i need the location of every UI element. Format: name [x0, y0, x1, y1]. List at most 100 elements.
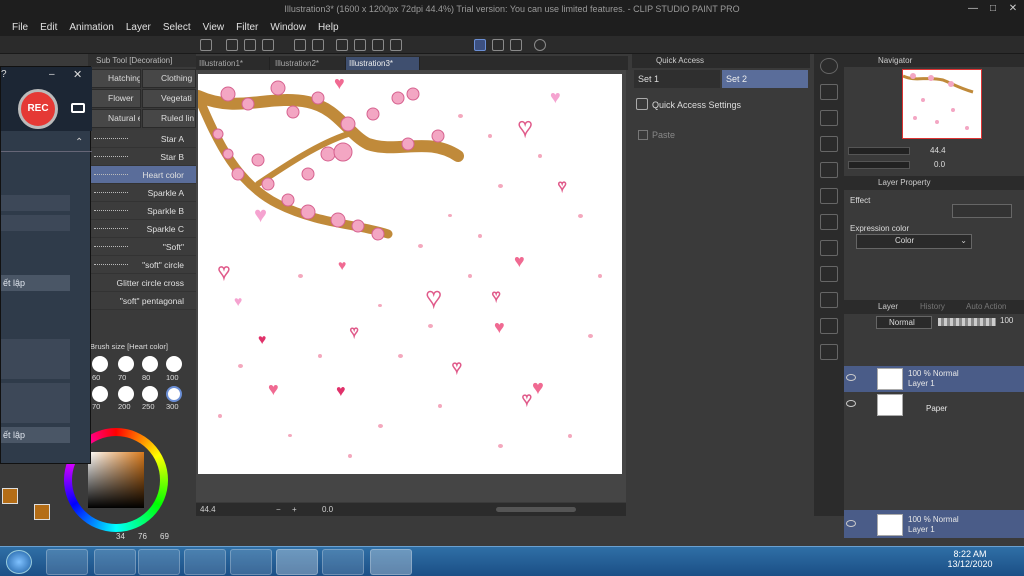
quick-access-settings[interactable]: Quick Access Settings [652, 100, 741, 110]
subtool-group-flower[interactable]: Flower [89, 89, 141, 108]
drawing-canvas[interactable]: ♥ ♥ ♥ ♥ ♥ ♥ ♥ ♥ ♥ ♥ ♥ ♥ ♥ ♥ ♥ ♥ ♥ ♥ ♥ [198, 74, 622, 474]
system-clock[interactable]: 8:22 AM 13/12/2020 [940, 549, 1000, 569]
tab-illustration1[interactable]: Illustration1* [196, 57, 270, 70]
brush-size-200[interactable] [118, 386, 134, 402]
snap-ruler-icon[interactable] [474, 39, 486, 51]
navigator-zoom[interactable]: 44.4 [930, 146, 946, 155]
canvas-zoom-value[interactable]: 44.4 [200, 503, 216, 516]
menu-view[interactable]: View [203, 22, 225, 33]
app-icon[interactable] [200, 39, 212, 51]
brush-soft[interactable]: "Soft" [88, 238, 196, 256]
opacity-slider[interactable] [938, 318, 996, 326]
tab-history[interactable]: History [920, 300, 945, 314]
chrome-icon[interactable] [184, 549, 226, 575]
brush-size-100[interactable] [166, 356, 182, 372]
layer-item-paper[interactable]: Paper [844, 392, 1024, 418]
new-file-icon[interactable] [226, 39, 238, 51]
panel-icon[interactable] [820, 136, 838, 152]
panel-icon[interactable] [820, 318, 838, 334]
fill-icon[interactable] [354, 39, 366, 51]
panel-icon[interactable] [820, 188, 838, 204]
main-color-chip[interactable] [2, 488, 18, 504]
zoom-in-icon[interactable]: + [292, 503, 297, 516]
menu-animation[interactable]: Animation [69, 22, 113, 33]
canvas-angle-value[interactable]: 0.0 [322, 503, 333, 516]
menu-help[interactable]: Help [318, 22, 339, 33]
open-file-icon[interactable] [244, 39, 256, 51]
quick-access-set-1[interactable]: Set 1 [634, 70, 720, 88]
panel-icon[interactable] [820, 240, 838, 256]
recorder-settings-row-1[interactable]: ết lập [1, 275, 70, 291]
recorder-option-field[interactable] [1, 195, 70, 211]
eye-icon[interactable] [846, 374, 856, 381]
collapse-chevron-icon[interactable]: ⌃ [75, 137, 83, 148]
panel-icon[interactable] [820, 266, 838, 282]
snap-special-ruler-icon[interactable] [492, 39, 504, 51]
menu-file[interactable]: File [12, 22, 28, 33]
navigator-thumbnail[interactable] [902, 69, 982, 139]
brush-size-250[interactable] [142, 386, 158, 402]
clip-studio-icon[interactable] [230, 549, 272, 575]
screen-recorder-icon[interactable] [370, 549, 412, 575]
undo-icon[interactable] [294, 39, 306, 51]
recorder-help[interactable]: ? [1, 69, 7, 80]
brush-star-b[interactable]: Star B [88, 148, 196, 166]
brush-size-80[interactable] [142, 356, 158, 372]
file-explorer-icon[interactable] [138, 549, 180, 575]
menu-select[interactable]: Select [163, 22, 191, 33]
snap-grid-icon[interactable] [510, 39, 522, 51]
tab-illustration3[interactable]: Illustration3* [346, 57, 420, 70]
expression-color-select[interactable]: Color ⌄ [856, 234, 972, 249]
tab-auto-action[interactable]: Auto Action [966, 300, 1006, 314]
brush-size-70[interactable] [118, 356, 134, 372]
clear-icon[interactable] [336, 39, 348, 51]
tab-illustration2[interactable]: Illustration2* [272, 57, 346, 70]
close-icon[interactable]: ✕ [1006, 3, 1020, 15]
menu-edit[interactable]: Edit [40, 22, 57, 33]
help-icon[interactable] [534, 39, 546, 51]
subtool-group-hatching[interactable]: Hatching [89, 69, 141, 88]
recorder-close-icon[interactable]: ✕ [73, 68, 82, 81]
menu-layer[interactable]: Layer [126, 22, 151, 33]
layer-mask-icon[interactable] [820, 84, 838, 100]
quick-access-set-2[interactable]: Set 2 [722, 70, 808, 88]
recorder-minimize-icon[interactable]: – [49, 69, 55, 80]
system-tray-icons[interactable] [780, 555, 880, 569]
brush-soft-pentagonal[interactable]: "soft" pentagonal [88, 292, 196, 310]
panel-icon[interactable] [820, 292, 838, 308]
rec-button[interactable]: REC [18, 89, 58, 129]
brush-heart-color[interactable]: Heart color [88, 166, 196, 184]
panel-icon[interactable] [820, 110, 838, 126]
transform-icon[interactable] [390, 39, 402, 51]
search-icon[interactable] [820, 58, 838, 74]
effect-buttons[interactable] [952, 204, 1012, 218]
eye-icon[interactable] [846, 520, 856, 527]
rotate-slider[interactable] [848, 161, 910, 169]
minimize-icon[interactable]: — [966, 3, 980, 15]
internet-explorer-icon[interactable] [94, 549, 136, 575]
subtool-group-ruled-line[interactable]: Ruled lin [142, 109, 196, 128]
fill-selection-icon[interactable] [372, 39, 384, 51]
camera-icon[interactable] [71, 103, 85, 113]
brush-size-300[interactable] [166, 386, 182, 402]
maximize-icon[interactable]: □ [986, 3, 1000, 15]
menu-window[interactable]: Window [270, 22, 306, 33]
recorder-option-field[interactable] [1, 215, 70, 231]
subtool-group-vegetation[interactable]: Vegetati [142, 89, 196, 108]
brush-soft-circle[interactable]: "soft" circle [88, 256, 196, 274]
brush-sparkle-a[interactable]: Sparkle A [88, 184, 196, 202]
clip-studio-paint-icon[interactable] [276, 549, 318, 575]
blend-mode-select[interactable]: Normal [876, 316, 932, 329]
layer-item-bottom[interactable]: 100 % Normal Layer 1 [844, 512, 1024, 538]
brush-glitter-circle-cross[interactable]: Glitter circle cross [88, 274, 196, 292]
brush-star-a[interactable]: Star A [88, 130, 196, 148]
panel-icon[interactable] [820, 214, 838, 230]
brush-size-60[interactable] [92, 356, 108, 372]
opacity-value[interactable]: 100 [1000, 316, 1013, 325]
brush-size-170[interactable] [92, 386, 108, 402]
navigator-angle[interactable]: 0.0 [934, 160, 945, 169]
recorder-option-field[interactable] [1, 339, 70, 379]
subtool-group-natural[interactable]: Natural e [89, 109, 141, 128]
brush-sparkle-b[interactable]: Sparkle B [88, 202, 196, 220]
panel-icon[interactable] [820, 344, 838, 360]
